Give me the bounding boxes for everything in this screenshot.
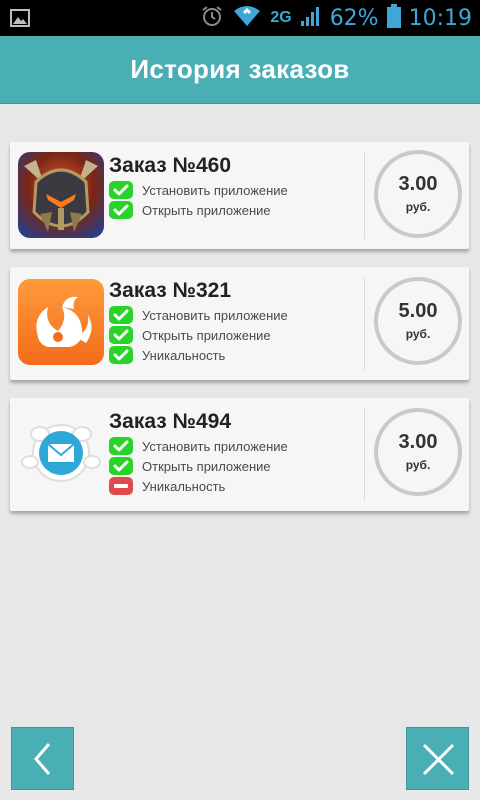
divider xyxy=(364,277,365,370)
app-header: История заказов xyxy=(0,36,480,104)
uc-browser-squirrel-icon xyxy=(18,279,104,365)
requirement-row: Установить приложение xyxy=(109,180,288,200)
requirement-label: Уникальность xyxy=(142,478,226,494)
requirement-label: Открыть приложение xyxy=(142,327,271,343)
requirement-row: Открыть приложение xyxy=(109,325,288,345)
check-icon xyxy=(109,326,133,344)
dark-knight-game-icon xyxy=(18,152,104,238)
battery-percent: 62% xyxy=(329,5,379,31)
order-card[interactable]: Заказ №321 Установить приложение Открыть… xyxy=(10,267,469,380)
close-icon xyxy=(422,743,455,776)
network-type: 2G xyxy=(270,9,292,26)
alarm-icon xyxy=(200,4,224,33)
requirement-row: Уникальность xyxy=(109,345,288,365)
order-title: Заказ №494 xyxy=(109,410,232,433)
requirement-row: Открыть приложение xyxy=(109,200,288,220)
back-button[interactable] xyxy=(11,727,74,790)
price-unit: руб. xyxy=(405,327,431,341)
requirements-list: Установить приложение Открыть приложение… xyxy=(109,305,288,365)
mail-envelope-icon xyxy=(18,410,104,496)
requirement-label: Уникальность xyxy=(142,347,226,363)
order-title: Заказ №460 xyxy=(109,154,232,177)
requirements-list: Установить приложение Открыть приложение… xyxy=(109,436,288,496)
battery-icon xyxy=(386,3,401,33)
signal-icon xyxy=(300,5,322,32)
price-badge: 3.00 руб. xyxy=(374,150,462,238)
check-icon xyxy=(109,437,133,455)
check-icon xyxy=(109,457,133,475)
requirement-row: Установить приложение xyxy=(109,436,288,456)
requirement-label: Открыть приложение xyxy=(142,458,271,474)
check-icon xyxy=(109,306,133,324)
price-value: 3.00 xyxy=(398,431,438,453)
divider xyxy=(364,408,365,501)
requirement-label: Установить приложение xyxy=(142,438,288,454)
order-card[interactable]: Заказ №494 Установить приложение Открыть… xyxy=(10,398,469,511)
requirement-row: Установить приложение xyxy=(109,305,288,325)
wifi-icon xyxy=(232,4,262,33)
requirements-list: Установить приложение Открыть приложение xyxy=(109,180,288,220)
price-unit: руб. xyxy=(405,200,431,214)
requirement-row: Уникальность xyxy=(109,476,288,496)
status-bar: 2G 62% 10:19 xyxy=(0,0,480,36)
requirement-label: Открыть приложение xyxy=(142,202,271,218)
minus-icon xyxy=(109,477,133,495)
order-title: Заказ №321 xyxy=(109,279,232,302)
requirement-label: Установить приложение xyxy=(142,307,288,323)
close-button[interactable] xyxy=(406,727,469,790)
check-icon xyxy=(109,201,133,219)
price-badge: 5.00 руб. xyxy=(374,277,462,365)
order-card[interactable]: Заказ №460 Установить приложение Открыть… xyxy=(10,142,469,249)
requirement-row: Открыть приложение xyxy=(109,456,288,476)
price-value: 5.00 xyxy=(398,300,438,322)
price-badge: 3.00 руб. xyxy=(374,408,462,496)
price-value: 3.00 xyxy=(398,173,438,195)
page-title: История заказов xyxy=(130,54,350,84)
divider xyxy=(364,152,365,239)
chevron-left-icon xyxy=(34,743,51,775)
gallery-notification-icon xyxy=(10,8,30,33)
price-unit: руб. xyxy=(405,458,431,472)
requirement-label: Установить приложение xyxy=(142,182,288,198)
check-icon xyxy=(109,346,133,364)
clock: 10:19 xyxy=(408,5,472,31)
check-icon xyxy=(109,181,133,199)
